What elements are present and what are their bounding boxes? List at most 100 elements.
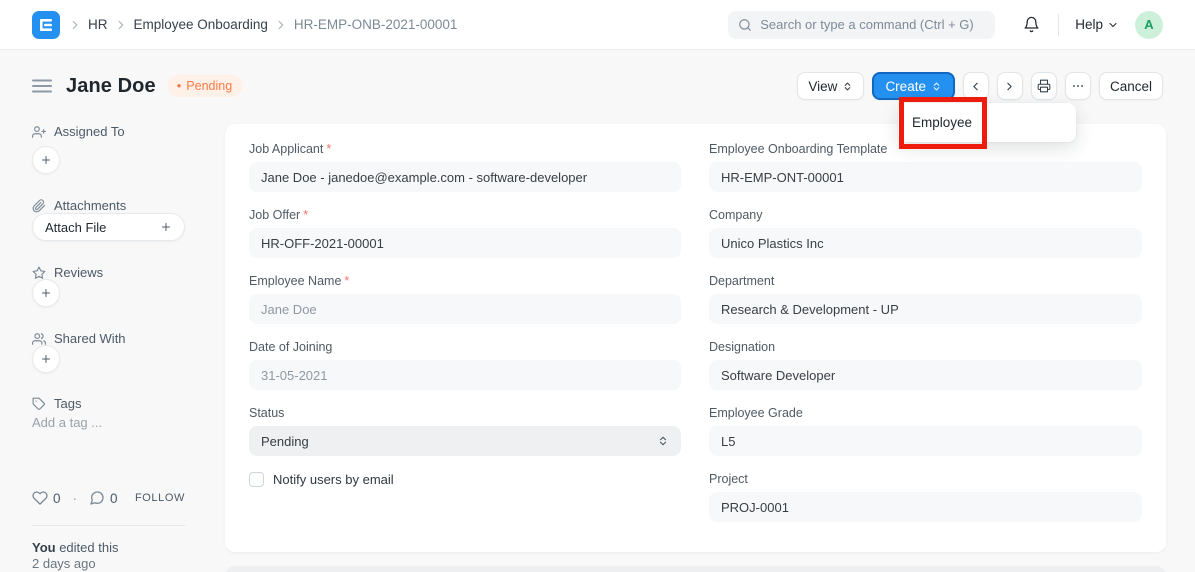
follow-button[interactable]: FOLLOW <box>135 492 185 504</box>
attach-file-label: Attach File <box>45 220 106 235</box>
field-notify-users: Notify users by email <box>249 472 681 487</box>
view-button[interactable]: View <box>797 72 864 100</box>
erpnext-logo-icon[interactable] <box>32 11 60 39</box>
required-marker: * <box>344 274 349 288</box>
date-of-joining-label: Date of Joining <box>249 340 332 354</box>
help-label: Help <box>1075 17 1103 32</box>
required-marker: * <box>326 142 331 156</box>
search-icon <box>738 18 752 32</box>
assigned-to-label: Assigned To <box>54 124 125 139</box>
add-tag-input[interactable]: Add a tag ... <box>32 415 102 430</box>
add-review-button[interactable] <box>32 279 60 307</box>
employee-grade-input[interactable] <box>709 426 1142 456</box>
global-search[interactable] <box>728 11 995 39</box>
breadcrumb: HR Employee Onboarding HR-EMP-ONB-2021-0… <box>68 17 457 32</box>
sidebar-toggle-icon[interactable] <box>32 78 52 94</box>
chevron-down-icon <box>1107 19 1119 31</box>
user-plus-icon <box>32 125 46 139</box>
printer-icon <box>1037 79 1051 93</box>
edited-by-user: You <box>32 540 56 555</box>
chevron-right-icon <box>274 18 288 32</box>
cancel-button[interactable]: Cancel <box>1099 72 1163 100</box>
onboarding-template-input[interactable] <box>709 162 1142 192</box>
star-icon <box>32 266 46 280</box>
reviews-section: Reviews <box>32 265 103 280</box>
previous-document-button[interactable] <box>963 72 989 100</box>
users-icon <box>32 332 46 346</box>
job-applicant-input[interactable] <box>249 162 681 192</box>
field-department: Department <box>709 274 1142 324</box>
create-menu-item-employee[interactable]: Employee <box>898 115 972 130</box>
navbar-right: Help A <box>728 11 1163 39</box>
create-dropdown-menu: Employee <box>898 103 1076 142</box>
project-input[interactable] <box>709 492 1142 522</box>
user-avatar[interactable]: A <box>1135 11 1163 39</box>
view-button-label: View <box>808 79 837 94</box>
status-select-value: Pending <box>261 434 309 449</box>
navbar: HR Employee Onboarding HR-EMP-ONB-2021-0… <box>0 0 1195 50</box>
page-title: Jane Doe <box>66 75 156 98</box>
likes-row: 0 · 0 FOLLOW <box>32 490 185 506</box>
next-document-button[interactable] <box>997 72 1023 100</box>
attach-file-button[interactable]: Attach File <box>32 213 185 241</box>
heart-icon[interactable] <box>32 490 48 506</box>
divider <box>1058 14 1059 36</box>
menu-ellipsis-button[interactable] <box>1065 72 1091 100</box>
paperclip-icon <box>32 199 46 213</box>
document-sidebar: Assigned To Attachments Attach File Revi… <box>32 124 185 572</box>
department-input[interactable] <box>709 294 1142 324</box>
bell-icon[interactable] <box>1023 16 1040 33</box>
chevron-right-icon <box>68 18 82 32</box>
breadcrumb-current-doc: HR-EMP-ONB-2021-00001 <box>294 17 458 32</box>
like-group: 0 · 0 <box>32 490 118 506</box>
caret-updown-icon <box>657 435 669 447</box>
help-menu[interactable]: Help <box>1075 17 1119 32</box>
add-assignment-button[interactable] <box>32 146 60 174</box>
employee-grade-label: Employee Grade <box>709 406 803 420</box>
chevron-left-icon <box>969 80 982 93</box>
attachments-section: Attachments <box>32 198 126 213</box>
shared-with-section: Shared With <box>32 331 126 346</box>
create-button-label: Create <box>885 79 926 94</box>
designation-input[interactable] <box>709 360 1142 390</box>
comment-icon[interactable] <box>89 490 105 506</box>
field-employee-grade: Employee Grade <box>709 406 1142 456</box>
job-offer-label: Job Offer <box>249 208 300 222</box>
required-marker: * <box>303 208 308 222</box>
breadcrumb-hr[interactable]: HR <box>88 17 108 32</box>
add-share-button[interactable] <box>32 345 60 373</box>
job-offer-input[interactable] <box>249 228 681 258</box>
toolbar: View Create <box>797 72 1163 100</box>
field-status: Status Pending <box>249 406 681 456</box>
status-badge: Pending <box>168 75 242 97</box>
notify-users-checkbox[interactable] <box>249 472 264 487</box>
create-button[interactable]: Create <box>872 72 955 100</box>
attachments-label: Attachments <box>54 198 126 213</box>
employee-name-input[interactable] <box>249 294 681 324</box>
comment-count: 0 <box>110 491 118 506</box>
assigned-to-section: Assigned To <box>32 124 125 139</box>
date-of-joining-input[interactable] <box>249 360 681 390</box>
caret-updown-icon <box>842 81 853 92</box>
company-label: Company <box>709 208 763 222</box>
field-job-applicant: Job Applicant * <box>249 142 681 192</box>
form-column-right: Employee Onboarding Template Company Dep… <box>709 142 1142 538</box>
divider <box>32 525 185 526</box>
tags-label: Tags <box>54 396 81 411</box>
caret-updown-icon <box>931 81 942 92</box>
print-button[interactable] <box>1031 72 1057 100</box>
status-select[interactable]: Pending <box>249 426 681 456</box>
field-employee-name: Employee Name * <box>249 274 681 324</box>
search-input[interactable] <box>760 17 985 32</box>
field-onboarding-template: Employee Onboarding Template <box>709 142 1142 192</box>
chevron-right-icon <box>1003 80 1016 93</box>
project-label: Project <box>709 472 748 486</box>
edited-by-line: You edited this <box>32 539 118 556</box>
ellipsis-icon <box>1071 79 1085 93</box>
separator: · <box>73 491 78 506</box>
job-applicant-label: Job Applicant <box>249 142 323 156</box>
reviews-label: Reviews <box>54 265 103 280</box>
company-input[interactable] <box>709 228 1142 258</box>
shared-with-label: Shared With <box>54 331 126 346</box>
breadcrumb-employee-onboarding[interactable]: Employee Onboarding <box>134 17 268 32</box>
